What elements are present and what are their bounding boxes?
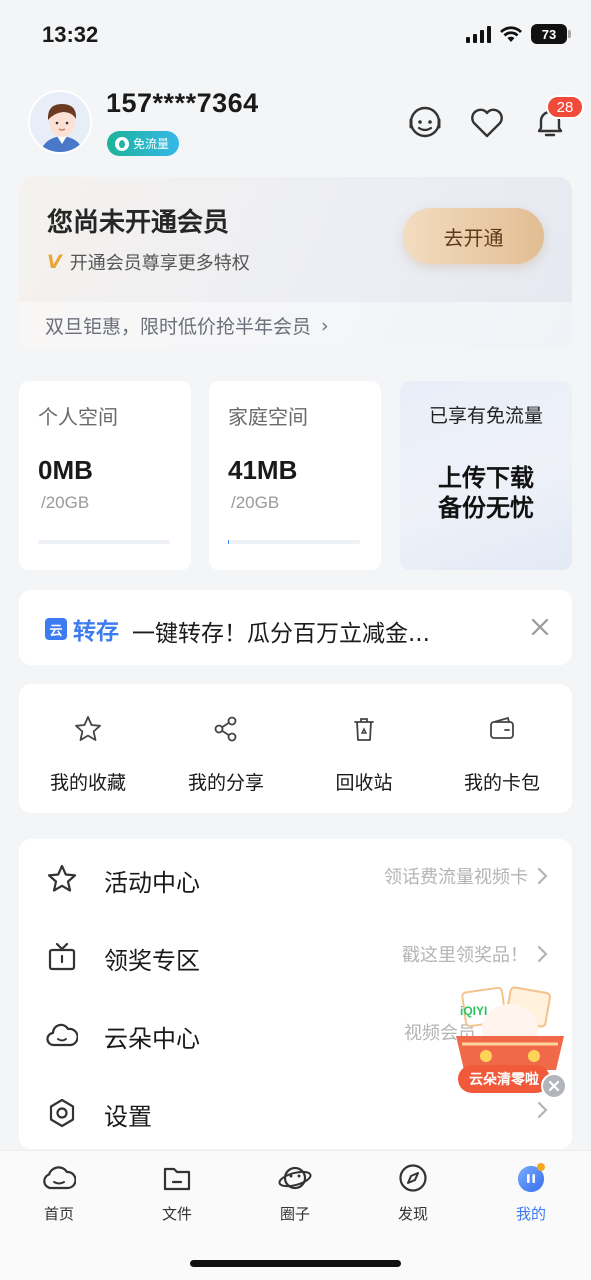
transfer-logo: 云 转存 bbox=[45, 612, 119, 646]
tab-label: 发现 bbox=[397, 1205, 428, 1223]
menu-item-label: 设置 bbox=[104, 1103, 152, 1131]
family-space-title: 家庭空间 bbox=[228, 405, 308, 429]
personal-space-title: 个人空间 bbox=[38, 405, 118, 429]
cloud-face-icon bbox=[46, 1023, 78, 1047]
membership-card[interactable]: 您尚未开通会员 V 开通会员尊享更多特权 去开通 双旦钜惠，限时低价抢半年会员 … bbox=[19, 177, 572, 349]
float-brand: iQIYI bbox=[460, 1004, 488, 1018]
tab-label: 圈子 bbox=[279, 1205, 310, 1223]
tab-label: 文件 bbox=[161, 1205, 192, 1223]
float-label: 云朵清零啦 bbox=[469, 1072, 539, 1088]
user-phone: 157****7364 bbox=[106, 88, 259, 118]
family-space-card[interactable]: 家庭空间 41MB /20GB bbox=[209, 381, 381, 570]
tab-label: 首页 bbox=[43, 1205, 74, 1223]
personal-space-used: 0MB bbox=[38, 455, 93, 485]
transfer-logo-text: 转存 bbox=[73, 619, 119, 645]
share-icon bbox=[214, 716, 237, 742]
membership-subtitle-text: 开通会员尊享更多特权 bbox=[69, 253, 250, 274]
transfer-banner-text: 一键转存！瓜分百万立减金... bbox=[132, 621, 430, 647]
menu-item-label: 云朵中心 bbox=[104, 1025, 200, 1053]
personal-space-card[interactable]: 个人空间 0MB /20GB bbox=[19, 381, 191, 570]
family-space-capacity: /20GB bbox=[231, 493, 280, 512]
tab-mine[interactable]: 我的 bbox=[472, 1161, 590, 1231]
status-icons: 73 bbox=[466, 24, 571, 44]
free-traffic-slogan-line1: 上传下载 bbox=[438, 464, 534, 492]
menu-item-hint: 戳这里领奖品！ bbox=[402, 945, 528, 966]
free-badge-label: 免流量 bbox=[133, 137, 170, 151]
tab-discover[interactable]: 发现 bbox=[354, 1161, 472, 1231]
menu-item-label: 活动中心 bbox=[104, 869, 200, 897]
free-traffic-slogan: 上传下载 备份无忧 bbox=[400, 463, 572, 523]
heart-icon[interactable] bbox=[467, 103, 507, 143]
home-indicator bbox=[190, 1260, 401, 1267]
membership-promo[interactable]: 双旦钜惠，限时低价抢半年会员 › bbox=[19, 302, 572, 349]
planet-icon bbox=[278, 1166, 312, 1190]
transfer-banner[interactable]: 云 转存 一键转存！瓜分百万立减金... bbox=[19, 590, 572, 665]
personal-space-capacity: /20GB bbox=[41, 493, 90, 512]
open-membership-button[interactable]: 去开通 bbox=[403, 208, 544, 264]
membership-title: 您尚未开通会员 bbox=[47, 208, 230, 238]
chevron-right-icon: › bbox=[321, 314, 329, 337]
free-traffic-badge[interactable]: 免流量 bbox=[107, 131, 180, 156]
menu-item-label: 领奖专区 bbox=[104, 947, 200, 975]
membership-promo-text: 双旦钜惠，限时低价抢半年会员 bbox=[45, 316, 312, 338]
menu-item-activity-center[interactable]: 活动中心 领话费流量视频卡 bbox=[19, 839, 572, 917]
family-space-progress bbox=[228, 540, 360, 544]
recycle-bin-icon bbox=[354, 718, 374, 741]
tab-circle[interactable]: 圈子 bbox=[236, 1161, 354, 1231]
float-close-button[interactable] bbox=[541, 1073, 567, 1099]
quick-action-label: 我的收藏 bbox=[49, 772, 126, 794]
quick-action-favorites[interactable]: 我的收藏 bbox=[19, 684, 157, 813]
personal-space-progress bbox=[38, 540, 170, 544]
signal-icon bbox=[466, 25, 491, 43]
quick-action-label: 回收站 bbox=[335, 772, 393, 794]
vip-v-icon: V bbox=[47, 251, 62, 273]
quick-action-label: 我的卡包 bbox=[463, 772, 540, 794]
drop-icon bbox=[115, 136, 129, 151]
free-traffic-title: 已享有免流量 bbox=[428, 405, 543, 427]
quick-action-label: 我的分享 bbox=[187, 772, 264, 794]
status-time: 13:32 bbox=[42, 22, 99, 47]
free-traffic-card[interactable]: 已享有免流量 上传下载 备份无忧 bbox=[400, 381, 572, 570]
chevron-right-icon bbox=[537, 1101, 548, 1119]
wallet-icon bbox=[490, 717, 514, 739]
home-cloud-icon bbox=[43, 1166, 76, 1190]
chevron-right-icon bbox=[537, 867, 548, 885]
notification-badge: 28 bbox=[546, 95, 584, 119]
star-icon bbox=[47, 864, 77, 892]
folder-icon bbox=[163, 1167, 191, 1191]
customer-service-icon[interactable] bbox=[405, 103, 445, 143]
compass-icon bbox=[399, 1164, 427, 1192]
settings-icon bbox=[49, 1098, 75, 1128]
quick-actions: 我的收藏 我的分享 回收站 我的卡包 bbox=[19, 684, 572, 813]
quick-action-recycle-bin[interactable]: 回收站 bbox=[295, 684, 433, 813]
tab-label: 我的 bbox=[515, 1205, 546, 1223]
close-icon bbox=[548, 1080, 560, 1092]
chevron-right-icon bbox=[537, 945, 548, 963]
close-icon[interactable] bbox=[525, 612, 555, 642]
avatar[interactable] bbox=[28, 90, 92, 154]
membership-subtitle: V 开通会员尊享更多特权 bbox=[47, 249, 250, 275]
tab-home[interactable]: 首页 bbox=[0, 1161, 118, 1231]
quick-action-wallet[interactable]: 我的卡包 bbox=[433, 684, 571, 813]
family-space-used: 41MB bbox=[228, 455, 298, 485]
tab-files[interactable]: 文件 bbox=[118, 1161, 236, 1231]
free-traffic-slogan-line2: 备份无忧 bbox=[438, 494, 534, 522]
star-icon bbox=[75, 716, 101, 741]
profile-icon bbox=[518, 1163, 545, 1192]
quick-action-shares[interactable]: 我的分享 bbox=[157, 684, 295, 813]
tv-icon bbox=[48, 942, 76, 971]
battery-icon: 73 bbox=[531, 24, 571, 44]
menu-item-hint: 领话费流量视频卡 bbox=[384, 867, 528, 888]
wifi-icon bbox=[500, 26, 522, 42]
cloud-box-icon: 云 bbox=[45, 618, 67, 640]
